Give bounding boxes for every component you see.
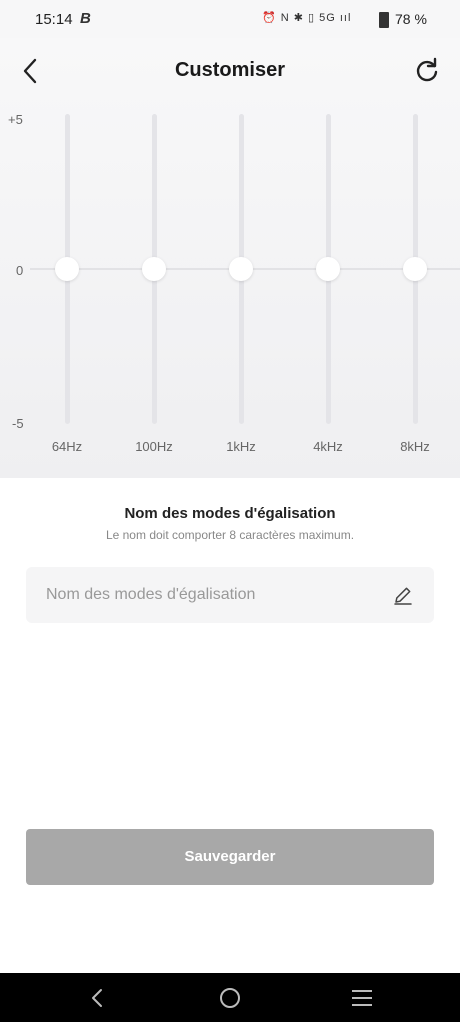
mode-name-hint: Le nom doit comporter 8 caractères maxim…	[105, 528, 355, 542]
back-icon	[92, 989, 102, 1007]
scale-max-label: +5	[8, 112, 23, 127]
battery-icon	[379, 12, 389, 28]
nav-home-button[interactable]	[217, 985, 243, 1011]
home-icon	[220, 988, 240, 1008]
eq-slider-knob[interactable]	[229, 257, 253, 281]
eq-frequency-label: 100Hz	[135, 439, 173, 454]
scale-zero-label: 0	[16, 263, 24, 278]
nav-recents-button[interactable]	[349, 985, 375, 1011]
eq-frequency-label: 64Hz	[51, 439, 83, 454]
app-notification-icon: B	[80, 10, 91, 27]
reset-button[interactable]	[412, 55, 442, 85]
mode-name-field[interactable]	[26, 567, 434, 623]
page-title: Customiser	[174, 59, 286, 81]
status-bar: 15:14 B ⏰ N ✱ ▯ 5G ııl 78 %	[0, 0, 460, 38]
eq-frequency-label: 8kHz	[400, 439, 430, 454]
scale-min-label: -5	[12, 416, 24, 431]
eq-slider-knob[interactable]	[403, 257, 427, 281]
status-time: 15:14	[35, 11, 73, 28]
status-icons: ⏰ N ✱ ▯ 5G ııl	[262, 12, 352, 24]
navigation-bar	[0, 973, 460, 1022]
eq-slider-knob[interactable]	[142, 257, 166, 281]
save-button[interactable]: Sauvegarder	[26, 829, 434, 885]
eq-slider-knob[interactable]	[55, 257, 79, 281]
eq-frequency-label: 4kHz	[313, 439, 343, 454]
nav-back-button[interactable]	[84, 985, 110, 1011]
eq-frequency-label: 1kHz	[226, 439, 256, 454]
battery-percent: 78 %	[395, 11, 427, 27]
mode-name-input[interactable]	[46, 567, 376, 623]
mode-name-title: Nom des modes d'égalisation	[124, 505, 336, 522]
pencil-icon[interactable]	[392, 584, 414, 606]
refresh-icon	[416, 57, 438, 82]
eq-slider-knob[interactable]	[316, 257, 340, 281]
menu-icon	[352, 990, 372, 1006]
